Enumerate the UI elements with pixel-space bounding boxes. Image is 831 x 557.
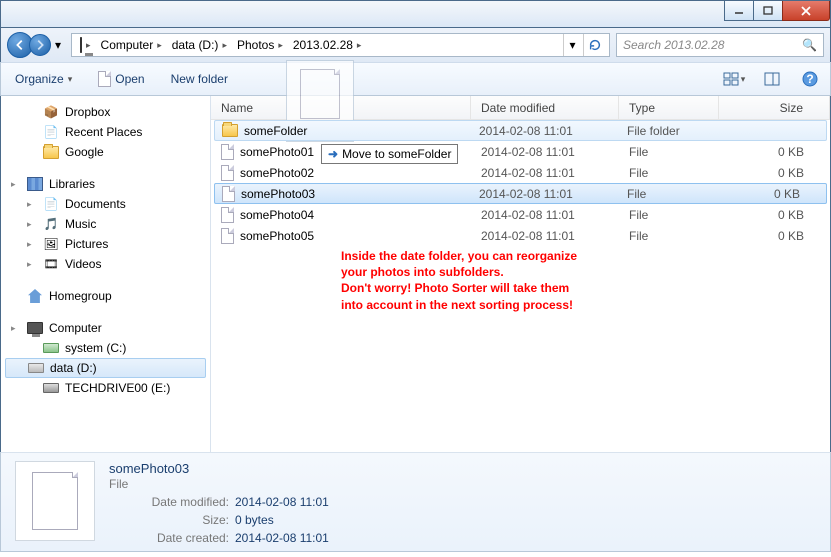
breadcrumb-label: Computer bbox=[101, 38, 154, 52]
svg-text:?: ? bbox=[806, 72, 813, 86]
file-name: someFolder bbox=[244, 124, 307, 138]
file-type: File folder bbox=[627, 124, 680, 138]
breadcrumb[interactable]: Photos▸ bbox=[233, 34, 287, 56]
window-titlebar bbox=[0, 0, 831, 28]
sidebar-drive-d[interactable]: data (D:) bbox=[5, 358, 206, 378]
sidebar-item-google[interactable]: Google bbox=[1, 142, 210, 162]
column-type[interactable]: Type bbox=[619, 96, 719, 119]
details-filetype: File bbox=[109, 477, 329, 491]
help-button[interactable]: ? bbox=[798, 68, 822, 90]
file-row[interactable]: somePhoto02 2014-02-08 11:01 File 0 KB bbox=[211, 162, 830, 183]
breadcrumb[interactable]: 2013.02.28▸ bbox=[289, 34, 366, 56]
file-size: 0 KB bbox=[778, 229, 804, 243]
file-date: 2014-02-08 11:01 bbox=[481, 166, 575, 180]
minimize-button[interactable] bbox=[724, 1, 754, 21]
file-date: 2014-02-08 11:01 bbox=[481, 145, 575, 159]
file-row[interactable]: somePhoto04 2014-02-08 11:01 File 0 KB bbox=[211, 204, 830, 225]
file-type: File bbox=[627, 187, 646, 201]
file-row[interactable]: somePhoto03 2014-02-08 11:01 File 0 KB bbox=[214, 183, 827, 204]
column-date[interactable]: Date modified bbox=[471, 96, 619, 119]
address-bar[interactable]: ▸ Computer▸ data (D:)▸ Photos▸ 2013.02.2… bbox=[71, 33, 610, 57]
open-button[interactable]: Open bbox=[92, 68, 150, 90]
breadcrumb-label: Photos bbox=[237, 38, 274, 52]
file-type: File bbox=[629, 145, 648, 159]
file-row[interactable]: somePhoto05 2014-02-08 11:01 File 0 KB bbox=[211, 225, 830, 246]
sidebar-item-pictures[interactable]: ▸🖼Pictures bbox=[1, 234, 210, 254]
file-type: File bbox=[629, 166, 648, 180]
file-thumbnail bbox=[15, 461, 95, 541]
maximize-button[interactable] bbox=[753, 1, 783, 21]
search-icon: 🔍 bbox=[802, 38, 817, 52]
file-size: 0 KB bbox=[778, 145, 804, 159]
file-size: 0 KB bbox=[774, 187, 800, 201]
address-dropdown[interactable]: ▾ bbox=[563, 34, 581, 56]
new-folder-button[interactable]: New folder bbox=[165, 69, 234, 89]
search-input[interactable]: Search 2013.02.28 🔍 bbox=[616, 33, 824, 57]
organize-menu[interactable]: Organize ▾ bbox=[9, 69, 78, 89]
file-size: 0 KB bbox=[778, 166, 804, 180]
folder-icon bbox=[222, 124, 238, 137]
sidebar-item-dropbox[interactable]: 📦Dropbox bbox=[1, 102, 210, 122]
column-size[interactable]: Size bbox=[719, 96, 830, 119]
preview-pane-button[interactable] bbox=[760, 68, 784, 90]
sidebar-item-music[interactable]: ▸🎵Music bbox=[1, 214, 210, 234]
navigation-sidebar: 📦Dropbox 📄Recent Places Google ▸Librarie… bbox=[1, 96, 211, 452]
file-name: somePhoto05 bbox=[240, 229, 314, 243]
details-val-created: 2014-02-08 11:01 bbox=[235, 531, 329, 545]
sidebar-drive-c[interactable]: system (C:) bbox=[1, 338, 210, 358]
file-icon bbox=[221, 228, 234, 244]
details-val-modified: 2014-02-08 11:01 bbox=[235, 495, 329, 509]
history-dropdown[interactable]: ▾ bbox=[51, 35, 65, 55]
file-list-area: Name Date modified Type Size ➜Move to so… bbox=[211, 96, 830, 452]
navigation-bar: ▾ ▸ Computer▸ data (D:)▸ Photos▸ 2013.02… bbox=[0, 28, 831, 62]
sidebar-item-documents[interactable]: ▸📄Documents bbox=[1, 194, 210, 214]
file-name: somePhoto01 bbox=[240, 145, 314, 159]
file-size: 0 KB bbox=[778, 208, 804, 222]
file-name: somePhoto02 bbox=[240, 166, 314, 180]
details-key-modified: Date modified: bbox=[109, 495, 229, 509]
details-pane: somePhoto03 File Date modified: 2014-02-0… bbox=[0, 452, 831, 552]
details-filename: somePhoto03 bbox=[109, 461, 329, 476]
file-icon bbox=[221, 207, 234, 223]
sidebar-item-videos[interactable]: ▸🎞Videos bbox=[1, 254, 210, 274]
file-date: 2014-02-08 11:01 bbox=[481, 229, 575, 243]
sidebar-computer[interactable]: ▸Computer bbox=[1, 318, 210, 338]
file-icon bbox=[221, 144, 234, 160]
file-date: 2014-02-08 11:01 bbox=[479, 187, 573, 201]
forward-button[interactable] bbox=[29, 34, 51, 56]
drag-tooltip: ➜Move to someFolder bbox=[321, 144, 458, 164]
file-row[interactable]: somePhoto01 2014-02-08 11:01 File 0 KB bbox=[211, 141, 830, 162]
refresh-button[interactable] bbox=[583, 34, 605, 56]
sidebar-libraries[interactable]: ▸Libraries bbox=[1, 174, 210, 194]
details-key-created: Date created: bbox=[109, 531, 229, 545]
breadcrumb[interactable]: Computer▸ bbox=[97, 34, 166, 56]
file-icon bbox=[221, 165, 234, 181]
file-name: somePhoto03 bbox=[241, 187, 315, 201]
file-row[interactable]: someFolder 2014-02-08 11:01 File folder bbox=[214, 120, 827, 141]
breadcrumb-label: data (D:) bbox=[172, 38, 219, 52]
move-arrow-icon: ➜ bbox=[328, 147, 338, 161]
file-name: somePhoto04 bbox=[240, 208, 314, 222]
file-type: File bbox=[629, 229, 648, 243]
sidebar-item-recent[interactable]: 📄Recent Places bbox=[1, 122, 210, 142]
file-icon bbox=[222, 186, 235, 202]
file-type: File bbox=[629, 208, 648, 222]
file-date: 2014-02-08 11:01 bbox=[479, 124, 573, 138]
file-date: 2014-02-08 11:01 bbox=[481, 208, 575, 222]
breadcrumb[interactable]: data (D:)▸ bbox=[168, 34, 231, 56]
details-key-size: Size: bbox=[109, 513, 229, 527]
sidebar-drive-e[interactable]: TECHDRIVE00 (E:) bbox=[1, 378, 210, 398]
toolbar: Organize ▾ Open New folder ▾ ? bbox=[0, 62, 831, 96]
breadcrumb-label: 2013.02.28 bbox=[293, 38, 353, 52]
close-button[interactable] bbox=[782, 1, 830, 21]
sidebar-homegroup[interactable]: Homegroup bbox=[1, 286, 210, 306]
breadcrumb-root[interactable]: ▸ bbox=[76, 34, 95, 56]
annotation-text: Inside the date folder, you can reorgani… bbox=[341, 248, 810, 313]
file-icon bbox=[98, 71, 111, 87]
details-val-size: 0 bytes bbox=[235, 513, 274, 527]
view-options-button[interactable]: ▾ bbox=[722, 68, 746, 90]
search-placeholder: Search 2013.02.28 bbox=[623, 38, 724, 52]
